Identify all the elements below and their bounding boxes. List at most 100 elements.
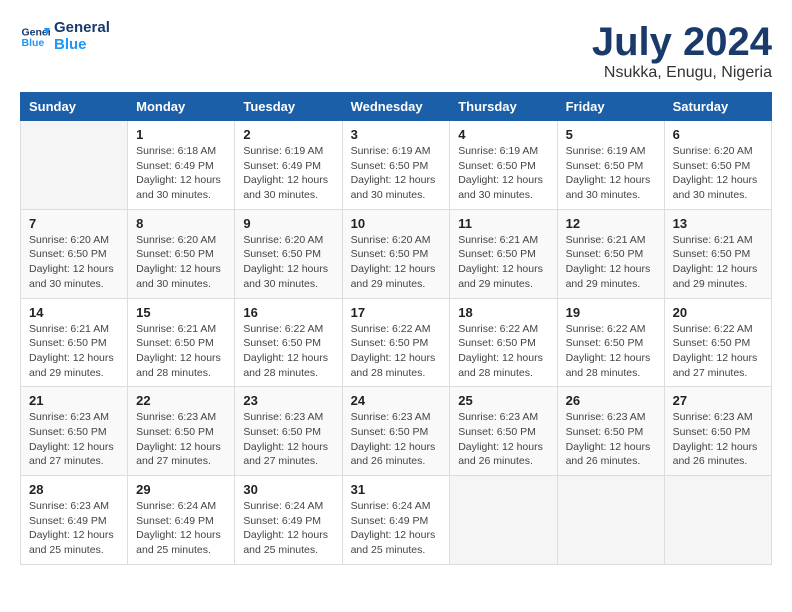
- day-info: Sunrise: 6:19 AMSunset: 6:50 PMDaylight:…: [351, 144, 442, 203]
- day-number: 17: [351, 305, 442, 320]
- day-info: Sunrise: 6:22 AMSunset: 6:50 PMDaylight:…: [458, 322, 548, 381]
- header-cell-thursday: Thursday: [450, 93, 557, 121]
- day-info: Sunrise: 6:23 AMSunset: 6:50 PMDaylight:…: [243, 410, 333, 469]
- calendar-cell: 26 Sunrise: 6:23 AMSunset: 6:50 PMDayligh…: [557, 387, 664, 476]
- month-title: July 2024: [592, 20, 772, 64]
- day-info: Sunrise: 6:19 AMSunset: 6:50 PMDaylight:…: [458, 144, 548, 203]
- calendar-body: 1 Sunrise: 6:18 AMSunset: 6:49 PMDaylight…: [21, 121, 772, 565]
- day-number: 18: [458, 305, 548, 320]
- day-number: 5: [566, 127, 656, 142]
- day-info: Sunrise: 6:23 AMSunset: 6:50 PMDaylight:…: [673, 410, 763, 469]
- day-number: 27: [673, 393, 763, 408]
- calendar-cell: 14 Sunrise: 6:21 AMSunset: 6:50 PMDayligh…: [21, 298, 128, 387]
- day-info: Sunrise: 6:23 AMSunset: 6:50 PMDaylight:…: [566, 410, 656, 469]
- day-number: 14: [29, 305, 119, 320]
- calendar-cell: 21Sunrise: 6:23 AMSunset: 6:50 PMDayligh…: [21, 387, 128, 476]
- calendar-cell: 1 Sunrise: 6:18 AMSunset: 6:49 PMDaylight…: [128, 121, 235, 210]
- day-info: Sunrise: 6:18 AMSunset: 6:49 PMDaylight:…: [136, 144, 226, 203]
- calendar-cell: 4 Sunrise: 6:19 AMSunset: 6:50 PMDaylight…: [450, 121, 557, 210]
- calendar-cell: 10 Sunrise: 6:20 AMSunset: 6:50 PMDayligh…: [342, 209, 450, 298]
- day-info: Sunrise: 6:20 AMSunset: 6:50 PMDaylight:…: [136, 233, 226, 292]
- day-info: Sunrise: 6:21 AMSunset: 6:50 PMDaylight:…: [136, 322, 226, 381]
- day-info: Sunrise: 6:23 AMSunset: 6:50 PMDaylight:…: [351, 410, 442, 469]
- header-cell-monday: Monday: [128, 93, 235, 121]
- day-info: Sunrise: 6:23 AMSunset: 6:50 PMDaylight:…: [458, 410, 548, 469]
- day-number: 1: [136, 127, 226, 142]
- calendar-cell: 17 Sunrise: 6:22 AMSunset: 6:50 PMDayligh…: [342, 298, 450, 387]
- calendar-cell: 25Sunrise: 6:23 AMSunset: 6:50 PMDayligh…: [450, 387, 557, 476]
- header-cell-saturday: Saturday: [664, 93, 771, 121]
- day-info: Sunrise: 6:24 AMSunset: 6:49 PMDaylight:…: [351, 499, 442, 558]
- day-info: Sunrise: 6:19 AMSunset: 6:49 PMDaylight:…: [243, 144, 333, 203]
- day-number: 12: [566, 216, 656, 231]
- day-info: Sunrise: 6:24 AMSunset: 6:49 PMDaylight:…: [136, 499, 226, 558]
- day-info: Sunrise: 6:21 AMSunset: 6:50 PMDaylight:…: [673, 233, 763, 292]
- calendar-week-4: 21 Sunrise: 6:23 AMSunset: 6:50 PMDayligh…: [21, 387, 772, 476]
- day-number: 21: [29, 393, 119, 408]
- calendar-cell: 12 Sunrise: 6:21 AMSunset: 6:50 PMDayligh…: [557, 209, 664, 298]
- day-info: Sunrise: 6:24 AMSunset: 6:49 PMDaylight:…: [243, 499, 333, 558]
- calendar-cell: 2 Sunrise: 6:19 AMSunset: 6:49 PMDaylight…: [235, 121, 342, 210]
- calendar-header-row: SundayMondayTuesdayWednesdayThursdayFrid…: [21, 93, 772, 121]
- calendar-cell: 19Sunrise: 6:22 AMSunset: 6:50 PMDayligh…: [557, 298, 664, 387]
- day-number: 20: [673, 305, 763, 320]
- calendar-cell: 31 Sunrise: 6:24 AMSunset: 6:49 PMDayligh…: [342, 476, 450, 565]
- header-cell-friday: Friday: [557, 93, 664, 121]
- day-info: Sunrise: 6:20 AMSunset: 6:50 PMDaylight:…: [243, 233, 333, 292]
- calendar-cell: 7Sunrise: 6:20 AMSunset: 6:50 PMDaylight…: [21, 209, 128, 298]
- day-number: 22: [136, 393, 226, 408]
- day-number: 10: [351, 216, 442, 231]
- header-cell-sunday: Sunday: [21, 93, 128, 121]
- calendar-cell: 9Sunrise: 6:20 AMSunset: 6:50 PMDaylight…: [235, 209, 342, 298]
- day-number: 30: [243, 482, 333, 497]
- calendar-cell: [450, 476, 557, 565]
- day-info: Sunrise: 6:23 AMSunset: 6:49 PMDaylight:…: [29, 499, 119, 558]
- day-number: 19: [566, 305, 656, 320]
- calendar-cell: 28 Sunrise: 6:23 AMSunset: 6:49 PMDayligh…: [21, 476, 128, 565]
- calendar-week-2: 7 Sunrise: 6:20 AMSunset: 6:50 PMDaylight…: [21, 209, 772, 298]
- calendar-cell: 3 Sunrise: 6:19 AMSunset: 6:50 PMDaylight…: [342, 121, 450, 210]
- day-number: 23: [243, 393, 333, 408]
- calendar-cell: 29 Sunrise: 6:24 AMSunset: 6:49 PMDayligh…: [128, 476, 235, 565]
- calendar-cell: [664, 476, 771, 565]
- calendar-cell: 24 Sunrise: 6:23 AMSunset: 6:50 PMDayligh…: [342, 387, 450, 476]
- day-number: 29: [136, 482, 226, 497]
- calendar-week-3: 14 Sunrise: 6:21 AMSunset: 6:50 PMDayligh…: [21, 298, 772, 387]
- day-info: Sunrise: 6:20 AMSunset: 6:50 PMDaylight:…: [351, 233, 442, 292]
- day-number: 31: [351, 482, 442, 497]
- day-number: 11: [458, 216, 548, 231]
- calendar-cell: 27 Sunrise: 6:23 AMSunset: 6:50 PMDayligh…: [664, 387, 771, 476]
- day-info: Sunrise: 6:21 AMSunset: 6:50 PMDaylight:…: [29, 322, 119, 381]
- calendar-cell: 22 Sunrise: 6:23 AMSunset: 6:50 PMDayligh…: [128, 387, 235, 476]
- day-number: 2: [243, 127, 333, 142]
- page-header: General Blue General Blue July 2024 Nsuk…: [20, 20, 772, 82]
- header-cell-wednesday: Wednesday: [342, 93, 450, 121]
- calendar-cell: [557, 476, 664, 565]
- day-number: 26: [566, 393, 656, 408]
- calendar-cell: 23 Sunrise: 6:23 AMSunset: 6:50 PMDayligh…: [235, 387, 342, 476]
- day-info: Sunrise: 6:21 AMSunset: 6:50 PMDaylight:…: [458, 233, 548, 292]
- calendar-table: SundayMondayTuesdayWednesdayThursdayFrid…: [20, 92, 772, 565]
- day-number: 3: [351, 127, 442, 142]
- day-number: 4: [458, 127, 548, 142]
- day-info: Sunrise: 6:22 AMSunset: 6:50 PMDaylight:…: [351, 322, 442, 381]
- day-info: Sunrise: 6:19 AMSunset: 6:50 PMDaylight:…: [566, 144, 656, 203]
- logo: General Blue General Blue: [20, 20, 110, 53]
- calendar-cell: 11 Sunrise: 6:21 AMSunset: 6:50 PMDayligh…: [450, 209, 557, 298]
- location-title: Nsukka, Enugu, Nigeria: [592, 64, 772, 82]
- logo-line1: General: [54, 20, 110, 37]
- calendar-cell: 16 Sunrise: 6:22 AMSunset: 6:50 PMDayligh…: [235, 298, 342, 387]
- day-info: Sunrise: 6:21 AMSunset: 6:50 PMDaylight:…: [566, 233, 656, 292]
- day-info: Sunrise: 6:22 AMSunset: 6:50 PMDaylight:…: [243, 322, 333, 381]
- title-area: July 2024 Nsukka, Enugu, Nigeria: [592, 20, 772, 82]
- day-number: 6: [673, 127, 763, 142]
- day-info: Sunrise: 6:23 AMSunset: 6:50 PMDaylight:…: [136, 410, 226, 469]
- day-number: 16: [243, 305, 333, 320]
- header-cell-tuesday: Tuesday: [235, 93, 342, 121]
- day-number: 7: [29, 216, 119, 231]
- calendar-week-1: 1 Sunrise: 6:18 AMSunset: 6:49 PMDaylight…: [21, 121, 772, 210]
- calendar-cell: 18 Sunrise: 6:22 AMSunset: 6:50 PMDayligh…: [450, 298, 557, 387]
- day-number: 24: [351, 393, 442, 408]
- day-number: 28: [29, 482, 119, 497]
- logo-icon: General Blue: [20, 22, 50, 52]
